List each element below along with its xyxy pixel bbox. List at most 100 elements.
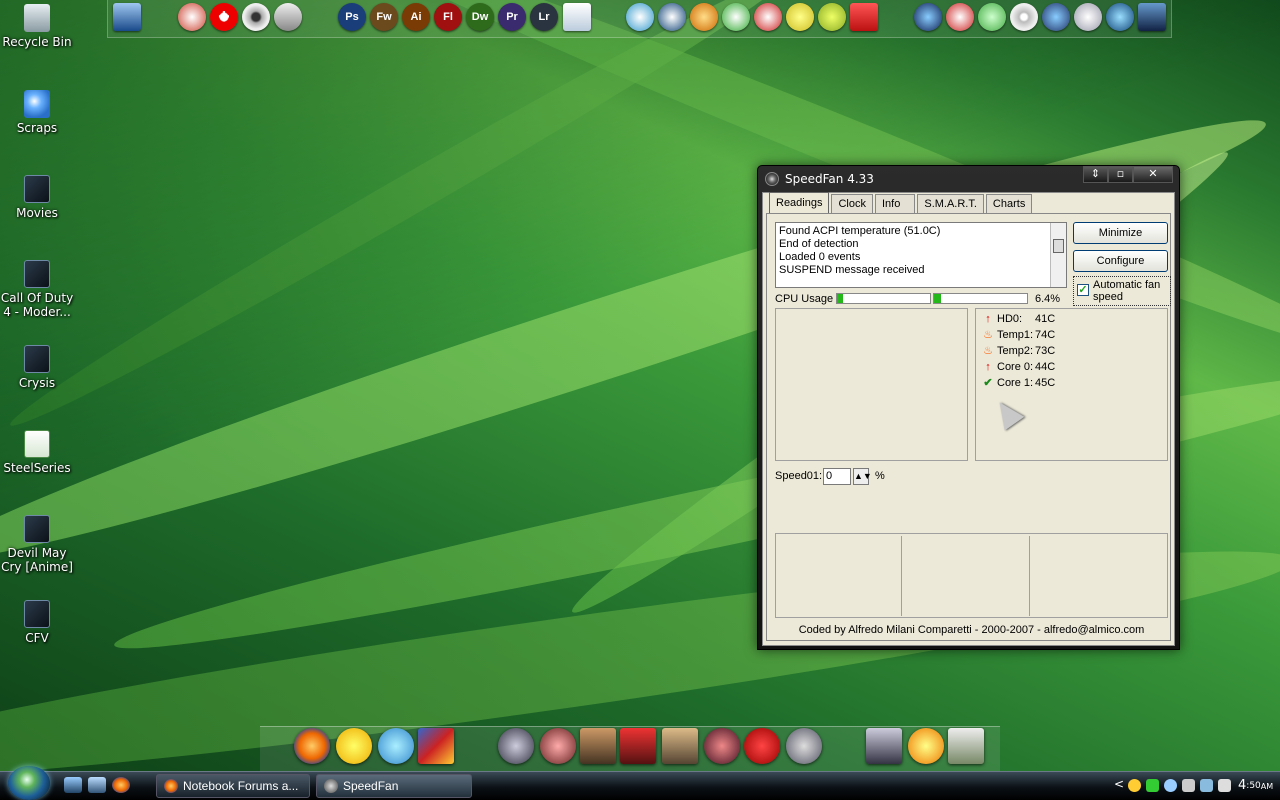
- tray-expand-icon[interactable]: <: [1114, 777, 1124, 791]
- tab-smart[interactable]: S.M.A.R.T.: [917, 194, 984, 213]
- automatic-fan-speed-checkbox[interactable]: ✓ Automatic fan speed: [1073, 276, 1171, 306]
- credits-footer: Coded by Alfredo Milani Comparetti - 200…: [798, 624, 1145, 636]
- scrollbar-thumb[interactable]: [1053, 239, 1064, 253]
- cd-icon[interactable]: [1010, 3, 1038, 31]
- firefox-icon[interactable]: [112, 777, 130, 793]
- flash-icon[interactable]: Fl: [434, 3, 462, 31]
- msn-tray-icon[interactable]: [1164, 779, 1177, 792]
- game-icon[interactable]: [744, 728, 780, 764]
- tools-icon[interactable]: [948, 728, 984, 764]
- desktop-icon-call-of-duty[interactable]: Call Of Duty 4 - Moder...: [0, 260, 74, 319]
- yahoo-messenger-icon[interactable]: [336, 728, 372, 764]
- clock-minute: :50: [1246, 781, 1261, 791]
- info-icon[interactable]: [908, 728, 944, 764]
- video-icon[interactable]: [754, 3, 782, 31]
- checkmark-icon[interactable]: ✓: [1077, 284, 1089, 296]
- desktop-icon-cfv[interactable]: CFV: [0, 600, 74, 645]
- network-icon[interactable]: [1042, 3, 1070, 31]
- eye-icon[interactable]: [242, 3, 270, 31]
- start-button[interactable]: [8, 766, 50, 800]
- taskbar-button-notebook-forums[interactable]: Notebook Forums a...: [156, 774, 310, 798]
- game-icon[interactable]: [704, 728, 740, 764]
- word-icon[interactable]: [563, 3, 591, 31]
- speedfan-window: SpeedFan 4.33 ⇕ ▫ ✕ Readings Clock Info …: [757, 165, 1180, 650]
- status-tray-icon[interactable]: [1146, 779, 1159, 792]
- media-player-icon[interactable]: [658, 3, 686, 31]
- clock[interactable]: 4:50AM: [1238, 775, 1273, 798]
- rescue-icon[interactable]: [178, 3, 206, 31]
- event-log[interactable]: Found ACPI temperature (51.0C) End of de…: [775, 222, 1067, 288]
- monitor-icon[interactable]: [866, 728, 902, 764]
- tab-charts[interactable]: Charts: [985, 194, 1033, 213]
- disc-icon[interactable]: [786, 3, 814, 31]
- power-tray-icon[interactable]: [1182, 779, 1195, 792]
- minimize-button[interactable]: Minimize: [1073, 222, 1168, 244]
- desktop-icon-crysis[interactable]: Crysis: [0, 345, 74, 390]
- temperature-name: Temp1:: [997, 329, 1034, 341]
- media-player-classic-icon[interactable]: [418, 728, 454, 764]
- tool-icon[interactable]: [690, 3, 718, 31]
- music-icon[interactable]: [978, 3, 1006, 31]
- taskbar-button-speedfan[interactable]: SpeedFan: [316, 774, 472, 798]
- switch-windows-icon[interactable]: [88, 777, 106, 793]
- tab-info[interactable]: Info: [875, 194, 916, 213]
- restore-button[interactable]: ⇕: [1083, 166, 1108, 183]
- divider: [1029, 536, 1030, 616]
- tab-bar: Readings Clock Info S.M.A.R.T. Charts: [769, 192, 1034, 214]
- computer-icon[interactable]: [113, 3, 141, 31]
- temperature-name: HD0:: [997, 313, 1023, 325]
- dreamweaver-icon[interactable]: Dw: [466, 3, 494, 31]
- game-icon[interactable]: [580, 728, 616, 764]
- up-arrow-icon: ↑: [985, 313, 991, 325]
- speed01-unit: %: [875, 470, 885, 482]
- lightroom-icon[interactable]: Lr: [530, 3, 558, 31]
- tab-readings[interactable]: Readings: [769, 192, 830, 213]
- premiere-icon[interactable]: Pr: [498, 3, 526, 31]
- desktop-icon-scraps[interactable]: Scraps: [0, 90, 74, 135]
- photoshop-icon[interactable]: Ps: [338, 3, 366, 31]
- firefox-icon[interactable]: [294, 728, 330, 764]
- configure-button[interactable]: Configure: [1073, 250, 1168, 272]
- window-title: SpeedFan 4.33: [785, 172, 874, 186]
- volume-tray-icon[interactable]: [1218, 779, 1231, 792]
- desktop-icon-devil-may-cry[interactable]: Devil May Cry [Anime]: [0, 515, 74, 574]
- shortcut-icon: [24, 515, 50, 543]
- drive-icon[interactable]: [274, 3, 302, 31]
- gear-icon[interactable]: [818, 3, 846, 31]
- tab-clock[interactable]: Clock: [831, 194, 873, 213]
- close-button[interactable]: ✕: [1133, 166, 1173, 183]
- burn-icon[interactable]: [946, 3, 974, 31]
- game-icon[interactable]: [498, 728, 534, 764]
- speed01-spinner[interactable]: ▲▼: [853, 468, 872, 485]
- log-line: SUSPEND message received: [779, 264, 925, 276]
- title-bar[interactable]: SpeedFan 4.33 ⇕ ▫ ✕: [758, 166, 1179, 192]
- desktop-icon-steelseries[interactable]: SteelSeries: [0, 430, 74, 475]
- desktop-icon-movies[interactable]: Movies: [0, 175, 74, 220]
- game-icon[interactable]: [620, 728, 656, 764]
- download-icon[interactable]: [850, 3, 878, 31]
- maximize-button[interactable]: ▫: [1108, 166, 1133, 183]
- desktop-icon-label: Devil May Cry [Anime]: [1, 546, 73, 574]
- temperature-value: 41C: [1035, 313, 1056, 325]
- desktop-icon-recycle-bin[interactable]: Recycle Bin: [0, 4, 74, 49]
- globe-icon[interactable]: [1106, 3, 1134, 31]
- itunes-icon[interactable]: [626, 3, 654, 31]
- network-tray-icon[interactable]: [1200, 779, 1213, 792]
- game-icon[interactable]: [662, 728, 698, 764]
- game-icon[interactable]: [786, 728, 822, 764]
- dvd-icon[interactable]: [914, 3, 942, 31]
- film-icon[interactable]: [1138, 3, 1166, 31]
- illustrator-icon[interactable]: Ai: [402, 3, 430, 31]
- medical-cross-icon[interactable]: +: [210, 3, 238, 31]
- fireworks-icon[interactable]: Fw: [370, 3, 398, 31]
- msn-messenger-icon[interactable]: [378, 728, 414, 764]
- show-desktop-icon[interactable]: [64, 777, 82, 793]
- speed01-input[interactable]: 0: [823, 468, 851, 485]
- messenger-tray-icon[interactable]: [1128, 779, 1141, 792]
- fire-icon: ♨: [983, 345, 993, 357]
- windows-icon[interactable]: [722, 3, 750, 31]
- temperature-row: ♨ Temp1: 74C: [982, 327, 1055, 343]
- refresh-icon[interactable]: [1074, 3, 1102, 31]
- game-icon[interactable]: [540, 728, 576, 764]
- log-scrollbar[interactable]: [1050, 223, 1066, 287]
